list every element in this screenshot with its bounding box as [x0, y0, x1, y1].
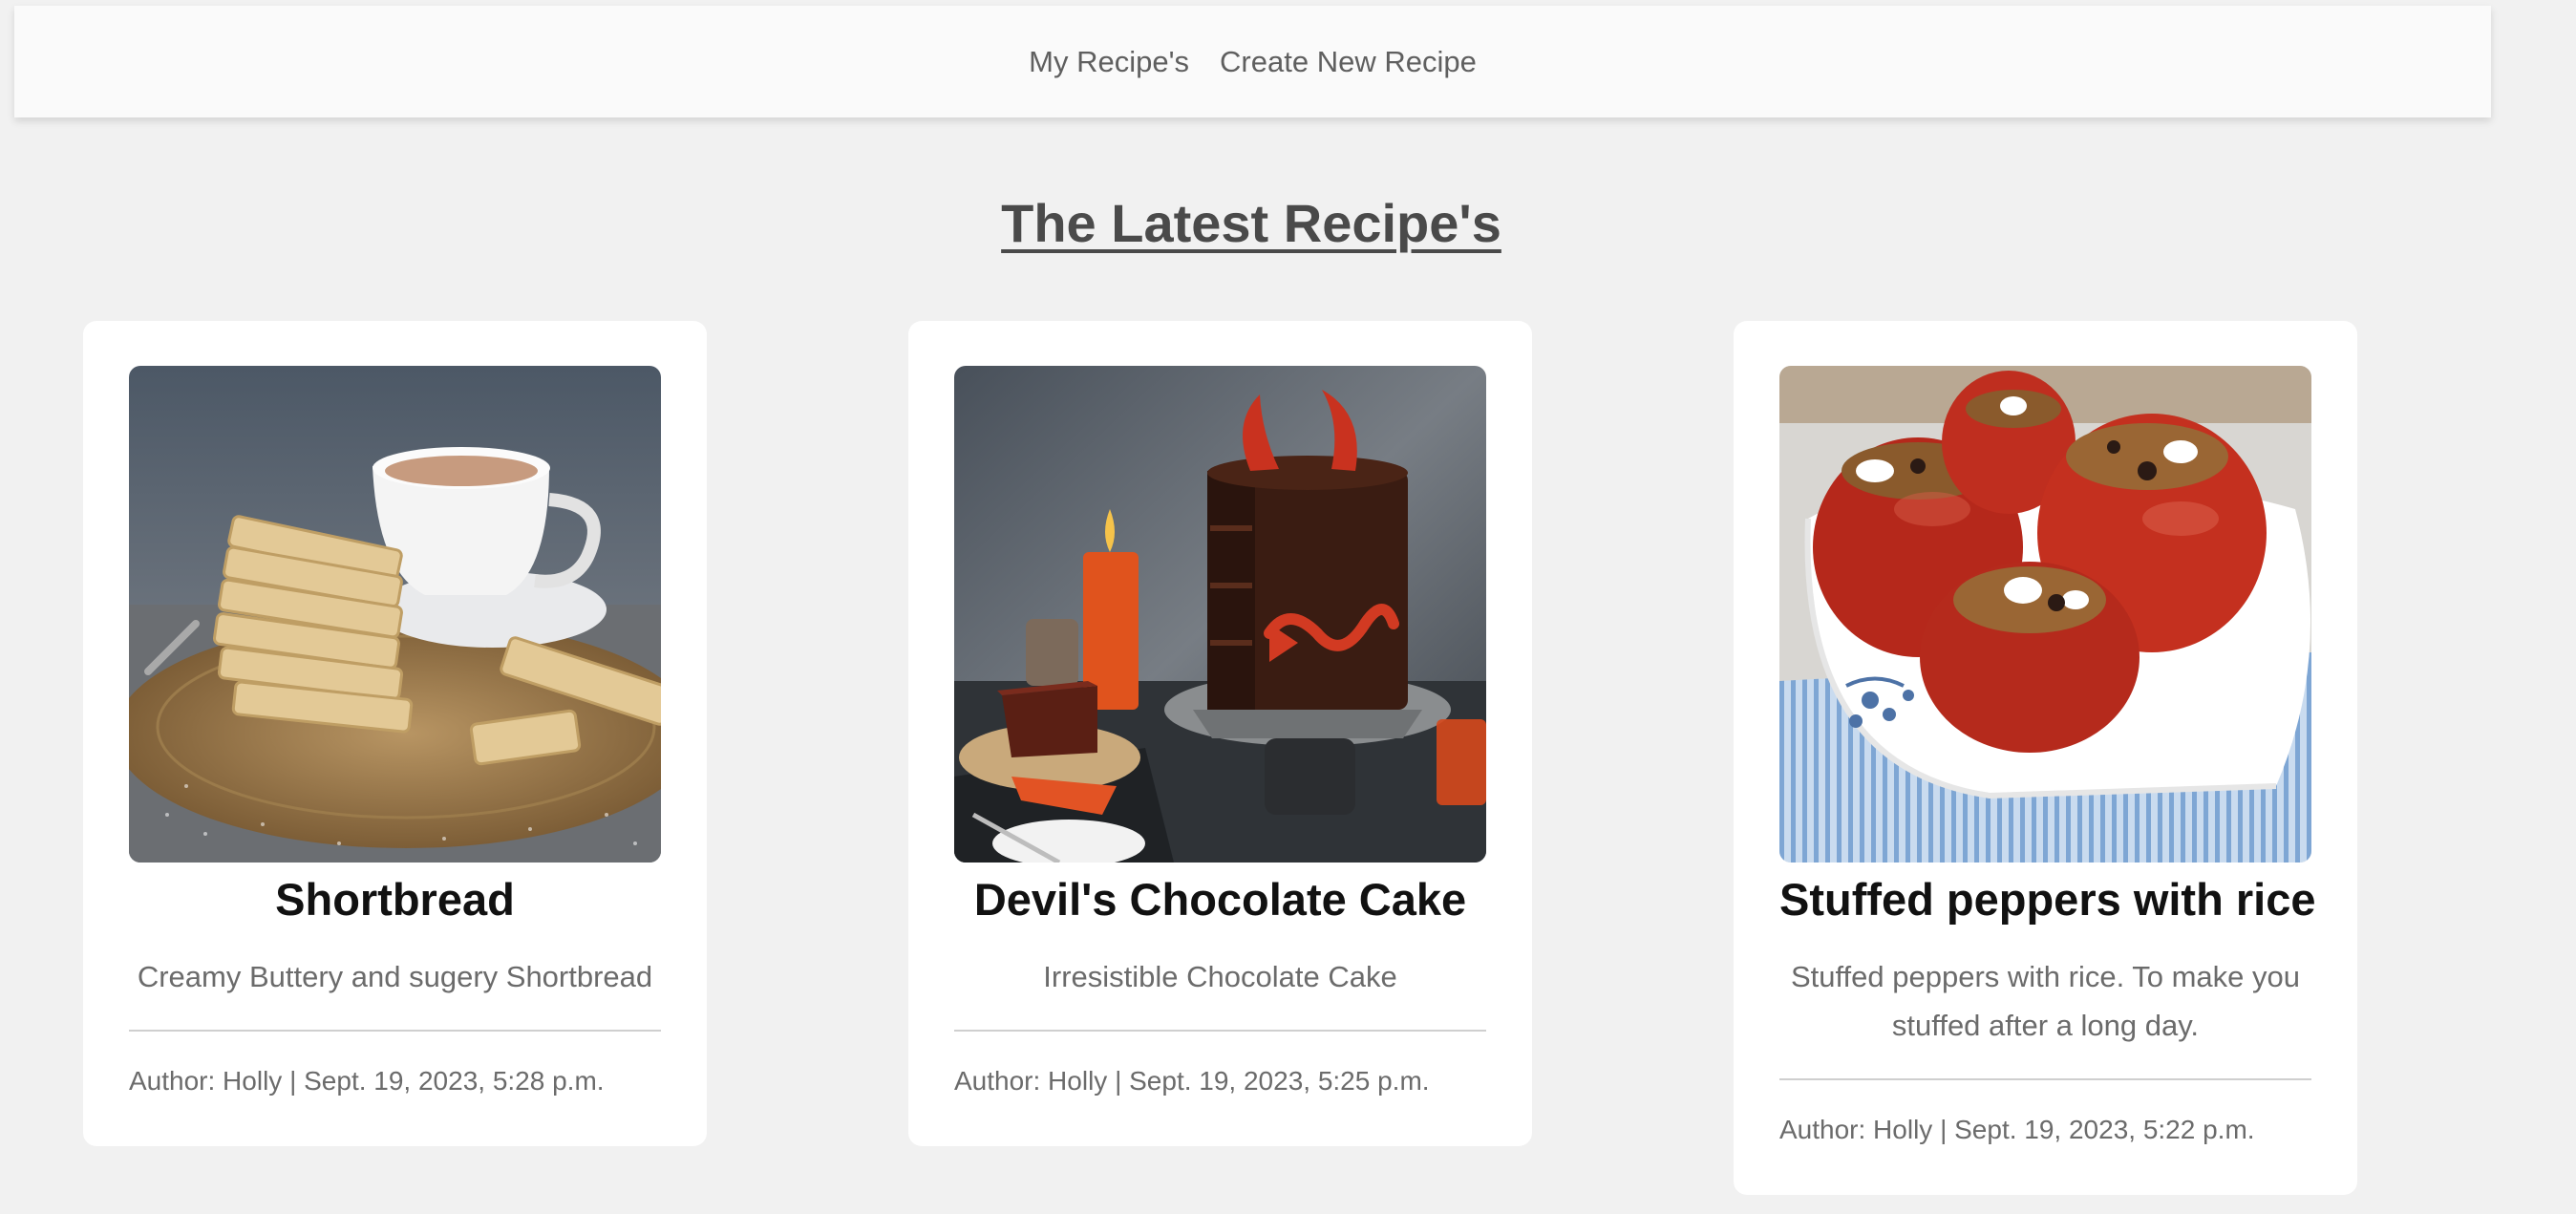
recipe-description: Stuffed peppers with rice. To make you s… [1790, 960, 2301, 1042]
nav-link-my-recipes[interactable]: My Recipe's [1029, 45, 1189, 79]
card-divider [954, 1030, 1486, 1032]
top-navbar: My Recipe's Create New Recipe [14, 6, 2491, 117]
recipe-card-stuffed-peppers[interactable]: Stuffed peppers with rice Stuffed pepper… [1734, 321, 2357, 1195]
recipe-image-shortbread[interactable] [129, 366, 661, 863]
card-divider [129, 1030, 661, 1032]
recipe-title[interactable]: Stuffed peppers with rice [1779, 872, 2315, 927]
recipe-description: Creamy Buttery and sugery Shortbread [137, 960, 653, 993]
recipe-image-stuffed-peppers[interactable] [1779, 366, 2311, 863]
card-divider [1779, 1078, 2311, 1080]
recipe-meta: Author: Holly | Sept. 19, 2023, 5:25 p.m… [954, 1066, 1430, 1096]
recipe-meta: Author: Holly | Sept. 19, 2023, 5:28 p.m… [129, 1066, 605, 1096]
recipe-title[interactable]: Shortbread [129, 872, 661, 927]
nav-link-create-new-recipe[interactable]: Create New Recipe [1220, 45, 1477, 79]
page-title: The Latest Recipe's [1001, 193, 1501, 253]
recipe-description: Irresistible Chocolate Cake [1043, 960, 1397, 993]
recipe-image-devils-chocolate-cake[interactable] [954, 366, 1486, 863]
recipe-meta: Author: Holly | Sept. 19, 2023, 5:22 p.m… [1779, 1115, 2255, 1144]
recipe-card-shortbread[interactable]: Shortbread Creamy Buttery and sugery Sho… [83, 321, 707, 1146]
recipe-card-devils-chocolate-cake[interactable]: Devil's Chocolate Cake Irresistible Choc… [908, 321, 1532, 1146]
recipe-title[interactable]: Devil's Chocolate Cake [954, 872, 1486, 927]
